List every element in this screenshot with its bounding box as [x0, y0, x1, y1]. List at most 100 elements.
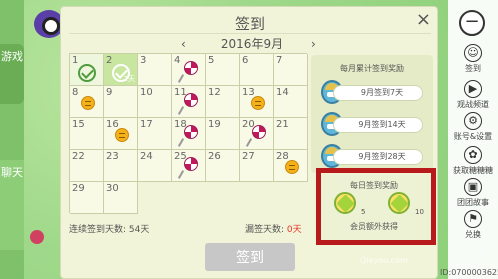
day-number: 7 — [276, 55, 283, 66]
calendar-day-cell[interactable]: 24 — [138, 150, 172, 182]
calendar-day-cell[interactable]: 28 — [274, 150, 308, 182]
calendar-day-cell[interactable]: 25 — [172, 150, 206, 182]
video-icon: ▶ — [464, 80, 482, 98]
calendar-day-cell[interactable]: 21 — [274, 118, 308, 150]
bag-icon: ▣ — [464, 178, 482, 196]
day-number: 19 — [208, 119, 221, 130]
calendar-day-cell[interactable]: 13 — [240, 86, 274, 118]
watermark: Qieyou.com — [360, 256, 408, 265]
highlight-frame — [316, 168, 436, 245]
streak-label: 连续签到天数: — [69, 225, 127, 235]
day-number: 3 — [140, 55, 147, 66]
lollipop-icon — [252, 125, 266, 139]
calendar-day-cell[interactable]: 2 2天 — [104, 54, 138, 86]
day-number: 4 — [174, 55, 181, 66]
coin-icon — [115, 128, 129, 142]
menu-item-label: 获取糖糖糖 — [453, 166, 493, 175]
flag-icon: ⚑ — [464, 210, 482, 228]
day-number: 30 — [106, 183, 119, 194]
calendar-day-cell[interactable]: 29 — [70, 182, 104, 214]
day-number: 8 — [72, 87, 79, 98]
menu-item-label: 兑换 — [465, 230, 481, 239]
calendar-day-cell[interactable]: 23 — [104, 150, 138, 182]
day-number: 14 — [276, 87, 289, 98]
next-month-button[interactable]: › — [311, 35, 316, 53]
day-number: 24 — [140, 151, 153, 162]
day-number: 17 — [140, 119, 153, 130]
sign-in-button[interactable]: 签到 — [205, 243, 295, 271]
calendar-day-cell[interactable]: 4 — [172, 54, 206, 86]
close-icon[interactable]: × — [416, 9, 431, 30]
monthly-reward-item[interactable]: 9月签到14天 — [321, 112, 425, 136]
prev-month-button[interactable]: ‹ — [181, 35, 186, 53]
day-number: 6 — [242, 55, 249, 66]
monthly-reward-item[interactable]: 9月签到7天 — [321, 80, 425, 104]
dialog-title: 签到 — [234, 15, 265, 33]
month-selector: ‹ 2016年9月 › — [121, 35, 321, 53]
streak-value: 54天 — [128, 225, 150, 235]
missed-label: 漏签天数: — [245, 225, 285, 235]
calendar-day-cell[interactable]: 7 — [274, 54, 308, 86]
calendar-day-cell[interactable]: 19 — [206, 118, 240, 150]
reward-label: 9月签到7天 — [333, 85, 423, 101]
calendar-day-cell[interactable]: 22 — [70, 150, 104, 182]
reward-label: 9月签到28天 — [333, 149, 423, 165]
coin-icon — [81, 96, 95, 110]
day-number: 29 — [72, 183, 85, 194]
calendar-day-cell[interactable]: 11 — [172, 86, 206, 118]
day-number: 5 — [208, 55, 215, 66]
day-number: 13 — [242, 87, 255, 98]
day-number: 9 — [106, 87, 113, 98]
menu-item-label: 签到 — [465, 64, 481, 73]
coin-icon — [285, 160, 299, 174]
menu-item-label: 团团故事 — [457, 198, 489, 207]
menu-item-redeem[interactable]: ⚑ 兑换 — [448, 210, 498, 240]
lollipop-icon — [184, 93, 198, 107]
calendar-day-cell[interactable]: 1 — [70, 54, 104, 86]
streak-day-tag: 2天 — [123, 75, 135, 83]
day-number: 28 — [276, 151, 289, 162]
calendar-day-cell[interactable]: 9 — [104, 86, 138, 118]
monthly-reward-title: 每月累计签到奖励 — [340, 64, 404, 73]
calendar-day-cell[interactable]: 12 — [206, 86, 240, 118]
lollipop-icon — [184, 61, 198, 75]
tab-chat[interactable]: 聊天 — [0, 160, 24, 250]
skin-icon: ✿ — [464, 146, 482, 164]
calendar-day-cell[interactable]: 27 — [240, 150, 274, 182]
calendar-day-cell[interactable]: 20 — [240, 118, 274, 150]
check-icon — [78, 64, 96, 82]
menu-item-settings[interactable]: ⚙ 账号&设置 — [448, 112, 498, 142]
menu-item-checkin[interactable]: ☺ 签到 — [448, 44, 498, 74]
user-id: ID:07000036258 — [440, 268, 498, 277]
calendar-day-cell[interactable]: 26 — [206, 150, 240, 182]
menu-item-story[interactable]: ▣ 团团故事 — [448, 178, 498, 208]
calendar-day-cell[interactable]: 5 — [206, 54, 240, 86]
calendar-day-cell[interactable]: 15 — [70, 118, 104, 150]
calendar-day-cell[interactable]: 8 — [70, 86, 104, 118]
tab-game[interactable]: 游戏 — [0, 44, 24, 104]
lollipop-icon — [184, 125, 198, 139]
calendar-day-cell[interactable]: 17 — [138, 118, 172, 150]
calendar-day-cell[interactable]: 16 — [104, 118, 138, 150]
menu-item-spectate[interactable]: ▶ 观战频道 — [448, 80, 498, 110]
missed-count: 漏签天数: 0天 — [245, 222, 302, 235]
reward-label: 9月签到14天 — [333, 117, 423, 133]
calendar-day-cell[interactable]: 18 — [172, 118, 206, 150]
right-side-menu: ☺ 签到 ▶ 观战频道 ⚙ 账号&设置 ✿ 获取糖糖糖 ▣ 团团故事 ⚑ 兑换 — [448, 0, 498, 279]
gear-icon: ⚙ — [464, 112, 482, 130]
calendar-day-cell[interactable]: 30 — [104, 182, 138, 214]
day-number: 1 — [72, 55, 79, 66]
calendar-day-cell[interactable]: 6 — [240, 54, 274, 86]
calendar-day-cell[interactable]: 14 — [274, 86, 308, 118]
monthly-reward-item[interactable]: 9月签到28天 — [321, 144, 425, 168]
coin-icon — [251, 96, 265, 110]
person-icon: ☺ — [464, 44, 482, 62]
menu-close-icon[interactable]: − — [459, 10, 485, 36]
lollipop-icon — [184, 157, 198, 171]
missed-value: 0天 — [286, 225, 302, 235]
day-number: 12 — [208, 87, 221, 98]
day-number: 2 — [106, 55, 113, 66]
menu-item-candy[interactable]: ✿ 获取糖糖糖 — [448, 146, 498, 176]
calendar-day-cell[interactable]: 3 — [138, 54, 172, 86]
calendar-day-cell[interactable]: 10 — [138, 86, 172, 118]
